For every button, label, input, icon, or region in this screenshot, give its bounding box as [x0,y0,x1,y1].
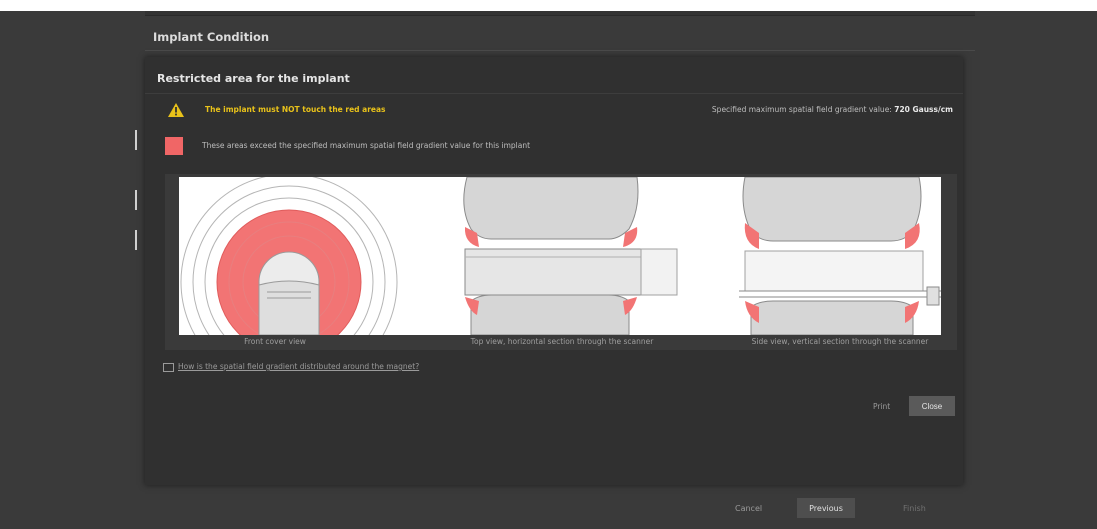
top-bar [145,11,975,16]
restricted-area-dialog: Restricted area for the implant The impl… [145,57,963,485]
finish-button[interactable]: Finish [903,504,926,513]
warning-triangle-icon [168,103,184,117]
side-marker [135,190,137,210]
close-button[interactable]: Close [909,396,955,416]
print-button[interactable]: Print [873,402,890,411]
previous-button[interactable]: Previous [797,498,855,518]
gradient-label-text: Specified maximum spatial field gradient… [711,105,892,114]
info-link-text: How is the spatial field gradient distri… [178,362,420,371]
caption-side-view: Side view, vertical section through the … [751,337,929,346]
dialog-title: Restricted area for the implant [157,72,350,85]
caption-front-view: Front cover view [244,337,306,346]
side-marker [135,230,137,250]
divider [145,93,963,94]
caption-top-view: Top view, horizontal section through the… [470,337,654,346]
side-marker [135,130,137,150]
gradient-info-link[interactable]: How is the spatial field gradient distri… [163,362,419,372]
gradient-value: 720 Gauss/cm [894,105,953,114]
side-view-drawing [739,177,941,335]
legend-text: These areas exceed the specified maximum… [202,141,531,150]
page-title: Implant Condition [153,30,270,44]
monitor-icon [163,362,174,372]
divider [145,50,975,51]
cancel-button[interactable]: Cancel [735,504,762,513]
gradient-value-label: Specified maximum spatial field gradient… [712,105,953,114]
view-diagrams-panel: Front cover view Top view, horizontal se… [165,174,957,350]
restricted-color-swatch [165,137,183,155]
warning-text: The implant must NOT touch the red areas [205,105,386,114]
scanner-views-diagram [179,177,941,335]
